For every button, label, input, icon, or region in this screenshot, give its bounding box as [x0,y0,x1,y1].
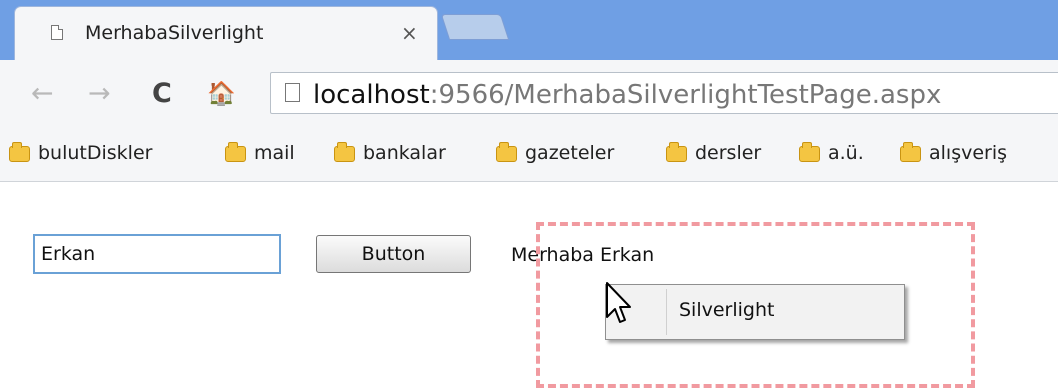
page-content: Erkan Button Merhaba Erkan Silverlight [0,182,1058,389]
bookmark-item[interactable]: bankalar [334,142,446,166]
submit-button[interactable]: Button [316,235,471,273]
folder-icon [799,142,820,162]
bookmark-item[interactable]: gazeteler [496,142,614,166]
bookmark-label: alışveriş [929,142,1008,164]
folder-icon [666,142,687,162]
forward-icon[interactable]: → [88,78,111,109]
browser-toolbar: ← → C 🏠 localhost:9566/MerhabaSilverligh… [0,60,1058,126]
context-menu-item-silverlight[interactable]: Silverlight [679,299,774,321]
folder-icon [9,142,30,162]
reload-icon[interactable]: C [152,78,172,109]
address-bar[interactable]: localhost:9566/MerhabaSilverlightTestPag… [270,72,1058,114]
bookmark-item[interactable]: dersler [666,142,761,166]
home-icon[interactable]: 🏠 [207,80,236,107]
browser-tab[interactable]: MerhabaSilverlight × [14,6,438,60]
new-tab-button[interactable] [440,14,510,40]
tab-title: MerhabaSilverlight [85,22,264,44]
context-menu-separator [666,289,667,335]
url-host: localhost [313,80,430,110]
bookmark-item[interactable]: bulutDiskler [9,142,152,166]
bookmark-item[interactable]: mail [225,142,295,166]
tab-strip: MerhabaSilverlight × [0,0,1058,60]
bookmark-label: a.ü. [828,142,864,164]
back-icon[interactable]: ← [31,78,54,109]
context-menu: Silverlight [605,284,905,340]
close-icon[interactable]: × [401,21,418,45]
name-textbox[interactable]: Erkan [33,234,281,274]
bookmark-label: bankalar [363,142,446,164]
bookmark-item[interactable]: alışveriş [900,142,1007,166]
bookmarks-bar: bulutDiskler mail bankalar gazeteler der… [0,126,1058,182]
bookmark-label: bulutDiskler [38,142,153,164]
url-path: :9566/MerhabaSilverlightTestPage.aspx [429,80,942,110]
url-text: localhost:9566/MerhabaSilverlightTestPag… [313,80,941,110]
folder-icon [496,142,517,162]
bookmark-label: dersler [695,142,762,164]
folder-icon [334,142,355,162]
page-icon [285,83,300,102]
folder-icon [900,142,921,162]
page-icon [51,25,63,40]
mouse-cursor-icon [606,282,631,323]
bookmark-item[interactable]: a.ü. [799,142,864,166]
bookmark-label: gazeteler [525,142,615,164]
folder-icon [225,142,246,162]
bookmark-label: mail [254,142,295,164]
